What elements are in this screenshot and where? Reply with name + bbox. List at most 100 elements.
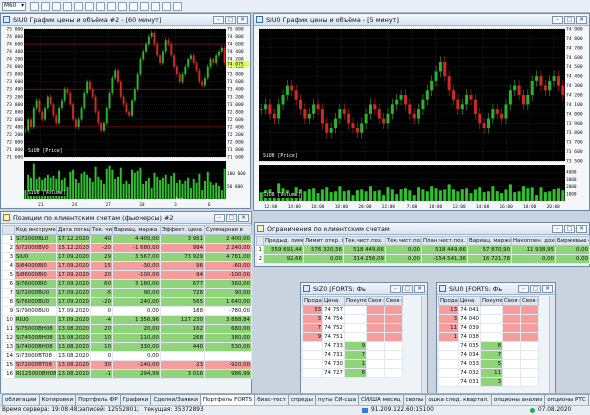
quote-row[interactable]: 11 74 039: [438, 323, 539, 333]
table-row[interactable]: 1 Si72000BL0 17.12.2020 40 4 400,00 3 951 2 40…: [2, 234, 252, 244]
toolbar-button[interactable]: [74, 2, 83, 11]
close-icon[interactable]: ✕: [576, 15, 587, 24]
table-row[interactable]: 11 Si75000BH08 13.08.2020 20 20,00 162 680,00: [2, 324, 252, 334]
table-row[interactable]: 2 92,66 0,00 314 256,09 0,00 -154 541,36 16 72…: [256, 254, 590, 264]
toolbar-button[interactable]: [162, 2, 171, 11]
workspace-tab[interactable]: Портфель FORTS: [199, 394, 256, 405]
sell-volume: [438, 368, 459, 378]
maximize-icon[interactable]: □: [402, 284, 413, 293]
quotes-window-siu0-titlebar[interactable]: SiU0 [FORTS: Фь – □ ✕: [437, 283, 555, 295]
table-row[interactable]: 12 Si74500BH08 13.08.2020 10 110,00 268 380,00: [2, 333, 252, 343]
table-row[interactable]: 6 Si76000BI0 17.09.2020 60 3 180,00 677 360,00: [2, 279, 252, 289]
close-icon[interactable]: ✕: [237, 15, 248, 24]
volume-chart-5min[interactable]: 4000 3000 2000 1000 12:00 14:00 16:00 18:00 20:0…: [255, 163, 589, 210]
table-row[interactable]: 13 Si74000BH08 13.08.2020 10 330,00 440 530,00: [2, 342, 252, 352]
toolbar-button[interactable]: [41, 2, 50, 11]
workspace-tab[interactable]: Сделки/Заявки: [150, 394, 201, 405]
workspace-tab[interactable]: ошка след. квартал.: [425, 394, 492, 405]
table-row[interactable]: 7 Si72000BU0 17.09.2020 -5 90,00 728 90,00: [2, 288, 252, 298]
quote-row[interactable]: 13 74 041: [438, 305, 539, 315]
toolbar-button[interactable]: [118, 2, 127, 11]
minimize-icon[interactable]: –: [518, 284, 529, 293]
toolbar-button[interactable]: [151, 2, 160, 11]
minimize-icon[interactable]: –: [552, 224, 563, 233]
quote-row[interactable]: 3 74 754: [302, 314, 403, 324]
maximize-icon[interactable]: □: [225, 15, 236, 24]
table-row[interactable]: 16 RI125000BH08 13.08.2020 -1 294,99 3 016 986…: [2, 369, 252, 379]
toolbar-button[interactable]: [107, 2, 116, 11]
toolbar-button[interactable]: [85, 2, 94, 11]
quote-row[interactable]: 74 035 8: [438, 341, 539, 351]
quote-row[interactable]: 3 74 040: [438, 314, 539, 324]
toolbar-button[interactable]: [173, 2, 182, 11]
maximize-icon[interactable]: □: [226, 213, 237, 222]
workspace-tab[interactable]: опционы РТС: [544, 394, 589, 405]
minimize-icon[interactable]: –: [213, 15, 224, 24]
minimize-icon[interactable]: –: [214, 213, 225, 222]
quote-row[interactable]: 74 730 1: [302, 359, 403, 369]
toolbar-button[interactable]: [140, 2, 149, 11]
quote-row[interactable]: 7 74 752: [302, 323, 403, 333]
workspace-tab[interactable]: опционы анализ: [490, 394, 546, 405]
volume-chart-60min[interactable]: 100 000 50 000 21 24 27 30 3 6 SiU0 [Volume] Au…: [2, 159, 250, 208]
quote-row[interactable]: 74 032 11: [438, 368, 539, 378]
candle-body: [218, 51, 220, 56]
table-row[interactable]: 2 Si72000BV0 15.12.2020 -20 -1 680,00 994 2 24…: [2, 243, 252, 253]
volume-bar: [153, 172, 156, 199]
quote-row[interactable]: 9 74 751: [302, 332, 403, 342]
workspace-tab[interactable]: путы СИ-сша: [314, 394, 360, 405]
workspace-tab[interactable]: Котировки: [38, 394, 77, 405]
maximize-icon[interactable]: □: [564, 15, 575, 24]
price-chart-5min[interactable]: 74 900 74 800 74 700 74 600 74 500 74 400 74 3…: [255, 27, 589, 165]
close-icon[interactable]: ✕: [238, 213, 249, 222]
quote-row[interactable]: 74 031 3: [438, 377, 539, 387]
quotes-scrollbar[interactable]: [421, 296, 427, 399]
minimize-icon[interactable]: –: [390, 284, 401, 293]
workspace-tab[interactable]: облигации: [2, 394, 40, 405]
quotes-window-siz0-titlebar[interactable]: SiZ0 [FORTS: Фь – □ ✕: [301, 283, 427, 295]
limits-window-titlebar[interactable]: Ограничения по клиентским счетам – □ ✕: [255, 223, 589, 235]
table-row[interactable]: 9 Si79000BU0 17.09.2020 0 0,00 188 -780,00: [2, 306, 252, 316]
toolbar-button[interactable]: [30, 2, 39, 11]
quote-row[interactable]: 74 034 7: [438, 350, 539, 360]
toolbar-button[interactable]: [129, 2, 138, 11]
quotes-scrollbar[interactable]: [549, 296, 555, 399]
workspace-tab[interactable]: свопы: [402, 394, 427, 405]
price-chart-60min[interactable]: 75 000 75 000 74 800 74 800 74 600 74 600 74 4…: [2, 27, 250, 161]
table-row[interactable]: 14 Si73000BT08 13.08.2020 0 0,00: [2, 351, 252, 361]
table-row[interactable]: 10 RIU0 17.09.2020 -4 1 356,96 127 230 3 888,8…: [2, 315, 252, 325]
maximize-icon[interactable]: □: [530, 284, 541, 293]
positions-window-titlebar[interactable]: Позиции по клиентским счетам (фьючерсы) …: [1, 212, 251, 224]
workspace-tab[interactable]: Графики: [119, 394, 152, 405]
table-row[interactable]: 15 Si72000BT08 13.08.2020 30 -140,00 23 -920,0…: [2, 360, 252, 370]
close-icon[interactable]: ✕: [542, 284, 553, 293]
workspace-tab[interactable]: биас-тест: [254, 394, 289, 405]
quote-row[interactable]: 74 727 8: [302, 368, 403, 378]
workspace-tab[interactable]: Портфель ФР: [75, 394, 121, 405]
maximize-icon[interactable]: □: [564, 224, 575, 233]
quote-row[interactable]: 1 74 038: [438, 332, 539, 342]
table-row[interactable]: 4 Si84000BI0 17.09.2020 15 -30,00 96 -60,00: [2, 261, 252, 271]
chart-window-60min-titlebar[interactable]: SiU0 График цены и объёма #2 - [60 минут…: [1, 14, 250, 26]
candle-body: [74, 119, 77, 127]
toolbar-button[interactable]: [96, 2, 105, 11]
table-row[interactable]: 3 SiU0 17.09.2020 29 3 567,00 73 929 4 781,00: [2, 252, 252, 262]
interval-select[interactable]: M60 ▾: [2, 2, 26, 11]
table-row[interactable]: 5 Si86000BI0 17.09.2020 20 -100,00 94 -100,00: [2, 270, 252, 280]
quote-row[interactable]: 74 731 7: [302, 350, 403, 360]
quote-row[interactable]: 33 74 757: [302, 305, 403, 315]
workspace-tab[interactable]: СИ/ША месяц: [358, 394, 404, 405]
toolbar-button[interactable]: [52, 2, 61, 11]
close-icon[interactable]: ✕: [414, 284, 425, 293]
price-tick-left: 72 200: [6, 132, 23, 138]
quote-row[interactable]: 74 733 9: [302, 341, 403, 351]
close-icon[interactable]: ✕: [576, 224, 587, 233]
chart-window-5min-titlebar[interactable]: SiU0 График цены и объёма - [5 минут] – …: [254, 14, 589, 26]
table-row[interactable]: 8 Si76000BU0 17.09.2020 -20 240,00 565 1 640,0…: [2, 297, 252, 307]
table-row[interactable]: 1 559 691,44 576 320,56 518 449,66 0,00 518 4…: [256, 245, 590, 255]
minimize-icon[interactable]: –: [552, 15, 563, 24]
volume-bar: [184, 180, 187, 199]
workspace-tab[interactable]: спреды: [287, 394, 316, 405]
quote-row[interactable]: 74 033 5: [438, 359, 539, 369]
toolbar-button[interactable]: [63, 2, 72, 11]
